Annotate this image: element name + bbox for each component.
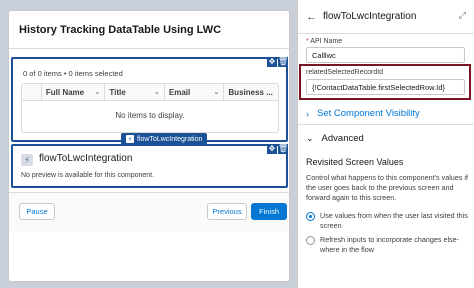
screen-header: History Tracking DataTable Using LWC	[9, 11, 289, 49]
panel-header: ← flowToLwcIntegration	[298, 0, 474, 34]
api-name-input[interactable]: Calllwc	[306, 47, 465, 63]
lwc-subtitle: No preview is available for this compone…	[21, 172, 155, 179]
radio-selected-icon[interactable]	[306, 211, 315, 221]
lightning-icon: ⚡	[21, 154, 33, 166]
radio-label: Refresh inputs to incorporate changes el…	[320, 235, 460, 254]
column-header[interactable]: Title ⌄	[105, 84, 165, 100]
datatable: Full Name ⌄ Title ⌄ Email ⌄ Business ...	[21, 83, 279, 133]
lwc-title: flowToLwcIntegration	[39, 153, 133, 164]
back-arrow-icon[interactable]: ←	[306, 11, 317, 23]
chevron-down-icon: ⌄	[306, 132, 314, 143]
column-header[interactable]: Full Name ⌄	[42, 84, 106, 100]
properties-panel: ← flowToLwcIntegration ⤢ * API Name Call…	[297, 0, 474, 288]
pause-button[interactable]: Pause	[19, 203, 55, 220]
component-actions: ✥ 🗑	[266, 144, 288, 154]
select-column	[22, 84, 42, 100]
radio-label: Use values from when the user last visit…	[320, 211, 468, 230]
empty-message: No items to display.	[115, 111, 185, 120]
chevron-down-icon[interactable]: ⌄	[95, 88, 101, 96]
radio-unselected-icon[interactable]	[306, 235, 315, 245]
chevron-down-icon[interactable]: ⌄	[154, 88, 160, 96]
api-name-label: * API Name	[306, 38, 343, 45]
move-icon[interactable]: ✥	[267, 144, 277, 154]
set-component-visibility-section[interactable]: › Set Component Visibility	[298, 103, 474, 125]
expand-icon[interactable]: ⤢	[459, 10, 466, 21]
delete-icon[interactable]: 🗑	[278, 144, 288, 154]
column-header[interactable]: Business ...	[224, 84, 278, 100]
panel-title: flowToLwcIntegration	[323, 11, 417, 22]
lwc-component[interactable]: ✥ 🗑 ⚡ flowToLwcIntegration No preview is…	[11, 144, 288, 188]
component-actions: ✥ 🗑	[266, 57, 288, 67]
previous-button[interactable]: Previous	[207, 203, 247, 220]
component-tag: ⚡ flowToLwcIntegration	[121, 133, 208, 145]
column-header[interactable]: Email ⌄	[165, 84, 225, 100]
delete-icon[interactable]: 🗑	[278, 57, 288, 67]
screen-footer: Pause Previous Finish	[9, 192, 289, 232]
lightning-icon: ⚡	[126, 135, 134, 143]
revisited-title: Revisited Screen Values	[306, 157, 404, 167]
revisited-description: Control what happens to this component's…	[306, 173, 468, 202]
datatable-component[interactable]: ✥ 🗑 0 of 0 items • 0 items selected Full…	[11, 57, 288, 145]
related-record-input[interactable]: {!ContactDataTable.firstSelectedRow.Id}	[306, 79, 465, 95]
radio-refresh-inputs[interactable]: Refresh inputs to incorporate changes el…	[306, 235, 468, 255]
screen-preview: History Tracking DataTable Using LWC ✥ 🗑…	[8, 10, 290, 282]
required-marker: *	[306, 38, 309, 45]
datatable-count: 0 of 0 items • 0 items selected	[23, 69, 123, 78]
related-record-label: relatedSelectedRecordId	[306, 69, 384, 76]
radio-use-last-values[interactable]: Use values from when the user last visit…	[306, 211, 468, 231]
datatable-header: Full Name ⌄ Title ⌄ Email ⌄ Business ...	[22, 84, 278, 101]
screen-title: History Tracking DataTable Using LWC	[19, 23, 222, 36]
chevron-right-icon: ›	[306, 108, 309, 119]
chevron-down-icon[interactable]: ⌄	[214, 88, 220, 96]
finish-button[interactable]: Finish	[251, 203, 287, 220]
advanced-section[interactable]: ⌄ Advanced	[298, 127, 474, 149]
component-tag-label: flowToLwcIntegration	[137, 135, 203, 143]
move-icon[interactable]: ✥	[267, 57, 277, 67]
flow-canvas: History Tracking DataTable Using LWC ✥ 🗑…	[0, 0, 297, 288]
